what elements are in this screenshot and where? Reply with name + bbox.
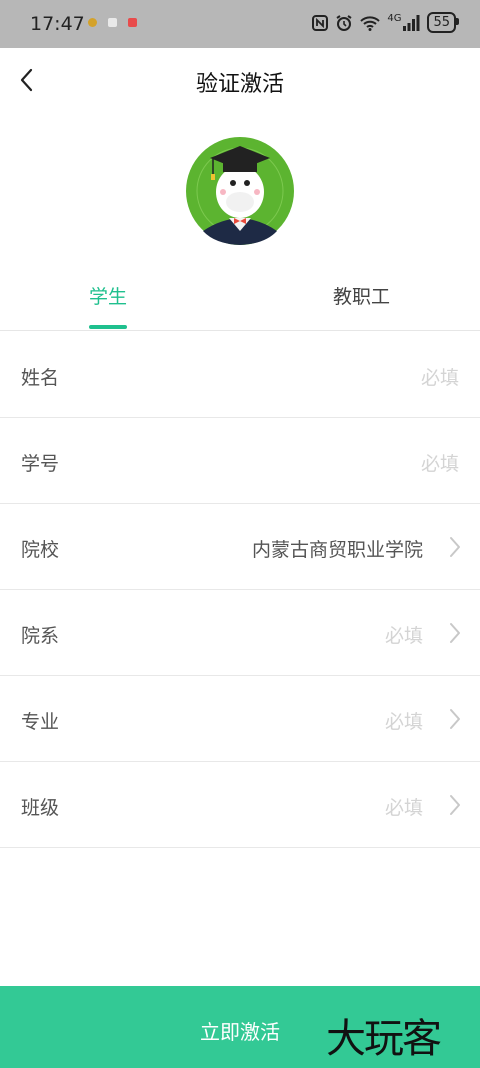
student-id-input[interactable]: 必填 [421, 449, 459, 476]
status-bar: 17:47 4G 55 [0, 0, 480, 48]
chevron-right-icon [450, 537, 460, 557]
page-title: 验证激活 [195, 72, 284, 97]
department-value: 必填 [384, 625, 423, 647]
nav-header: 验证激活 [0, 48, 480, 112]
major-value: 必填 [384, 711, 423, 733]
class-field[interactable]: 班级 必填 [0, 761, 480, 848]
name-label: 姓名 [21, 367, 60, 389]
student-id-label: 学号 [21, 453, 60, 475]
chevron-right-icon [450, 795, 460, 815]
notification-icon [108, 18, 117, 27]
class-label: 班级 [21, 797, 60, 819]
status-time: 17:47 [30, 13, 85, 35]
status-icons: 4G 55 [312, 12, 459, 33]
signal-icon [403, 14, 420, 31]
tab-staff[interactable]: 教职工 [333, 282, 390, 309]
active-tab-indicator [89, 325, 127, 329]
alarm-icon [336, 14, 352, 31]
student-id-field[interactable]: 学号 必填 [0, 417, 480, 504]
school-value: 内蒙古商贸职业学院 [251, 539, 423, 561]
name-input[interactable]: 必填 [421, 363, 459, 390]
mascot-avatar [185, 136, 295, 246]
battery-icon: 55 [427, 12, 459, 33]
major-field[interactable]: 专业 必填 [0, 675, 480, 762]
name-field[interactable]: 姓名 必填 [0, 331, 480, 418]
nfc-icon [312, 14, 329, 31]
major-label: 专业 [21, 711, 60, 733]
notification-icon [128, 18, 137, 27]
battery-level: 55 [433, 15, 450, 30]
tab-student[interactable]: 学生 [89, 282, 127, 309]
chevron-right-icon [450, 623, 460, 643]
wifi-icon [360, 15, 381, 31]
class-value: 必填 [384, 797, 423, 819]
chevron-right-icon [450, 709, 460, 729]
role-tabs: 学生 教职工 [0, 262, 480, 331]
school-field[interactable]: 院校 内蒙古商贸职业学院 [0, 503, 480, 590]
notification-icon [88, 18, 97, 27]
department-label: 院系 [21, 625, 60, 647]
network-type: 4G [387, 13, 402, 24]
school-label: 院校 [21, 539, 60, 561]
department-field[interactable]: 院系 必填 [0, 589, 480, 676]
watermark-logo: 大玩客 [326, 1016, 442, 1062]
